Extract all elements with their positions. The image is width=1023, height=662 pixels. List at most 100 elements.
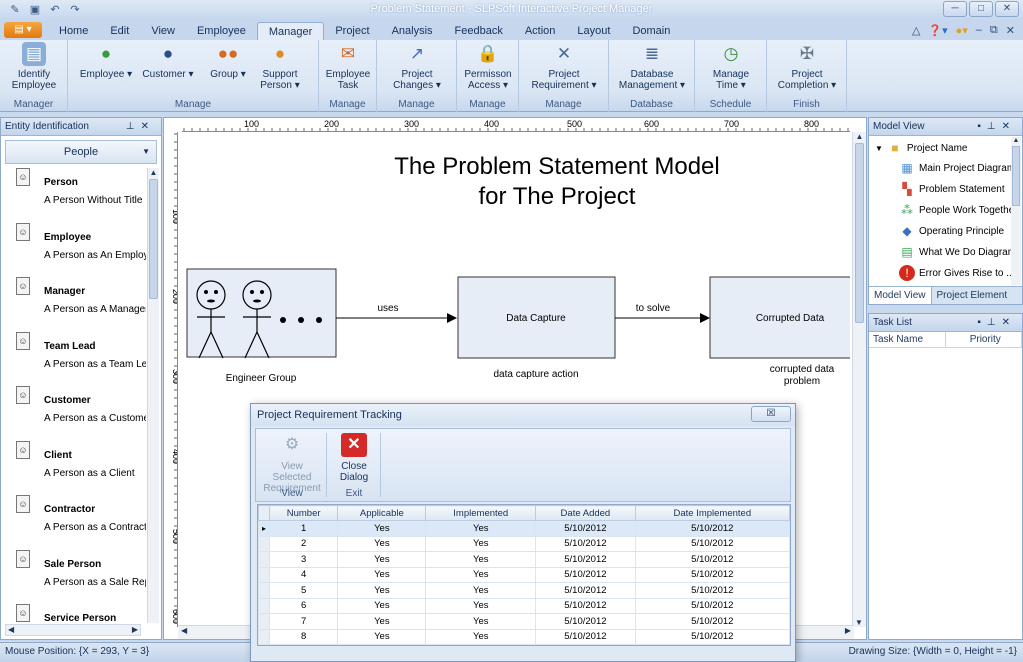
support-person-dropdown-button[interactable]: ● Support Person ▾ xyxy=(250,42,310,91)
scroll-thumb[interactable] xyxy=(855,143,864,323)
list-item[interactable]: ☺ Manager A Person as A Manager xyxy=(5,277,146,332)
column-header-date-implemented[interactable]: Date Implemented xyxy=(634,505,791,521)
list-item[interactable]: ☺ Contractor A Person as a Contractor xyxy=(5,495,146,550)
database-management-dropdown-button[interactable]: ≣ Database Management ▾ xyxy=(613,42,691,91)
tab-layout[interactable]: Layout xyxy=(566,22,621,40)
tab-manager[interactable]: Manager xyxy=(256,22,325,40)
scroll-left-icon[interactable]: ◀ xyxy=(6,625,14,634)
table-row[interactable]: 6 Yes Yes 5/10/2012 5/10/2012 xyxy=(258,597,791,614)
horizontal-scrollbar[interactable]: ◀ ▶ xyxy=(5,624,141,636)
ribbon-group-manage-requirement: ✕ Project Requirement ▾ Manage xyxy=(519,40,609,112)
scroll-up-icon[interactable]: ▲ xyxy=(1013,137,1020,144)
tree-item[interactable]: ▚ Problem Statement xyxy=(899,179,1004,199)
person-icon: ☺ xyxy=(16,386,30,404)
scroll-thumb[interactable] xyxy=(149,179,158,299)
customer-dropdown-button[interactable]: ● Customer ▾ xyxy=(138,42,198,80)
tree-item[interactable]: ⁂ People Work Together xyxy=(899,200,1018,220)
close-dialog-button[interactable]: ✕ Close Dialog xyxy=(332,433,376,483)
table-row[interactable]: 8 Yes Yes 5/10/2012 5/10/2012 xyxy=(258,628,791,645)
priority-column[interactable]: Priority xyxy=(946,332,1022,347)
tab-action[interactable]: Action xyxy=(514,22,567,40)
undo-icon[interactable]: ↶ xyxy=(48,3,62,17)
tab-project[interactable]: Project xyxy=(324,22,380,40)
scroll-thumb[interactable] xyxy=(1012,146,1020,206)
tab-model-view[interactable]: Model View xyxy=(869,287,932,304)
column-header-applicable[interactable]: Applicable xyxy=(337,505,427,521)
task-list-panel: Task List ▪⊥✕ Task Name Priority xyxy=(868,313,1023,640)
identify-employee-button[interactable]: ▤ Identify Employee xyxy=(4,42,64,91)
mdi-minimize-icon[interactable]: – xyxy=(976,24,982,36)
view-selected-requirement-button[interactable]: ⚙ View Selected Requirement xyxy=(262,433,322,494)
app-menu-button[interactable]: ▤ ▾ xyxy=(4,22,42,38)
pin-close-icons[interactable]: ▪⊥✕ xyxy=(977,118,1016,136)
scroll-up-icon[interactable]: ▲ xyxy=(853,132,866,141)
tab-view[interactable]: View xyxy=(140,22,186,40)
list-item[interactable]: ☺ Service Person xyxy=(5,604,146,624)
theme-icon[interactable]: ●▾ xyxy=(956,24,968,37)
tree-item[interactable]: ! Error Gives Rise to ... xyxy=(899,263,1015,283)
entity-category-dropdown[interactable]: People ▼ xyxy=(5,140,157,164)
redo-icon[interactable]: ↷ xyxy=(68,3,82,17)
tree-root[interactable]: ▼ ■ Project Name xyxy=(875,138,968,158)
employee-dropdown-button[interactable]: ● Employee ▾ xyxy=(76,42,136,80)
table-row[interactable]: 2 Yes Yes 5/10/2012 5/10/2012 xyxy=(258,535,791,552)
table-row[interactable]: 4 Yes Yes 5/10/2012 5/10/2012 xyxy=(258,566,791,583)
dialog-close-button[interactable]: ☒ xyxy=(751,406,791,422)
scroll-up-icon[interactable]: ▲ xyxy=(148,168,159,177)
vertical-scrollbar[interactable]: ▲ xyxy=(147,168,159,623)
column-header-date-added[interactable]: Date Added xyxy=(535,505,636,521)
list-item[interactable]: ☺ Person A Person Without Title xyxy=(5,168,146,223)
table-row[interactable]: 3 Yes Yes 5/10/2012 5/10/2012 xyxy=(258,551,791,568)
pin-close-icons[interactable]: ⊥✕ xyxy=(126,118,155,136)
person-icon: ● xyxy=(274,44,286,63)
tree-item[interactable]: ▤ What We Do Diagram xyxy=(899,242,1016,262)
tree-item[interactable]: ◆ Operating Principle xyxy=(899,221,1004,241)
list-item[interactable]: ☺ Sale Person A Person as a Sale Rep xyxy=(5,549,146,605)
employee-task-button[interactable]: ✉ Employee Task xyxy=(318,42,378,91)
model-view-scrollbar[interactable]: ▲ xyxy=(1011,137,1021,285)
mdi-close-icon[interactable]: ✕ xyxy=(1006,24,1015,37)
list-item[interactable]: ☺EmployeeA Person as An Employee xyxy=(5,222,146,278)
pin-close-icons[interactable]: ▪⊥✕ xyxy=(977,314,1016,332)
maximize-button[interactable]: □ xyxy=(969,1,993,17)
expand-icon[interactable]: ▼ xyxy=(875,144,883,153)
list-item[interactable]: ☺Team LeadA Person as a Team Lead xyxy=(5,331,146,387)
problem-icon: ▚ xyxy=(902,182,912,196)
tab-feedback[interactable]: Feedback xyxy=(444,22,514,40)
project-completion-dropdown-button[interactable]: ✠ Project Completion ▾ xyxy=(777,42,837,91)
engineer-group-node[interactable] xyxy=(186,268,337,359)
scroll-left-icon[interactable]: ◀ xyxy=(178,626,187,635)
task-icon: ✉ xyxy=(340,44,356,63)
column-header-implemented[interactable]: Implemented xyxy=(425,505,537,521)
tab-employee[interactable]: Employee xyxy=(186,22,257,40)
scroll-down-icon[interactable]: ▼ xyxy=(853,618,865,627)
project-changes-dropdown-button[interactable]: ↗ Project Changes ▾ xyxy=(387,42,447,91)
project-requirement-dropdown-button[interactable]: ✕ Project Requirement ▾ xyxy=(525,42,603,91)
group-dropdown-button[interactable]: ●● Group ▾ xyxy=(198,42,258,80)
minimize-button[interactable]: ─ xyxy=(943,1,967,17)
ribbon-collapse-icon[interactable]: △ xyxy=(912,24,920,37)
mdi-restore-icon[interactable]: ⧉ xyxy=(990,24,998,37)
tab-project-element[interactable]: Project Element xyxy=(932,287,1013,304)
column-header-number[interactable]: Number xyxy=(268,505,339,521)
table-row[interactable]: ▸ 1 Yes Yes 5/10/2012 5/10/2012 xyxy=(258,520,791,537)
tab-home[interactable]: Home xyxy=(48,22,99,40)
scroll-right-icon[interactable]: ▶ xyxy=(132,625,140,635)
list-item[interactable]: ☺ Customer A Person as a Customer xyxy=(5,386,146,441)
scroll-right-icon[interactable]: ▶ xyxy=(845,626,851,635)
tab-edit[interactable]: Edit xyxy=(99,22,140,40)
canvas-vertical-scrollbar[interactable]: ▲ ▼ xyxy=(852,132,866,627)
tab-domain[interactable]: Domain xyxy=(621,22,681,40)
table-row[interactable]: 7 Yes Yes 5/10/2012 5/10/2012 xyxy=(258,613,791,630)
task-name-column[interactable]: Task Name xyxy=(869,332,946,347)
tab-analysis[interactable]: Analysis xyxy=(381,22,444,40)
help-icon[interactable]: ❓▾ xyxy=(928,24,947,37)
permission-access-dropdown-button[interactable]: 🔒 Permisson Access ▾ xyxy=(458,42,518,91)
close-window-button[interactable]: ✕ xyxy=(995,1,1019,17)
manage-time-dropdown-button[interactable]: ◷ Manage Time ▾ xyxy=(701,42,761,91)
list-item[interactable]: ☺ Client A Person as a Client xyxy=(5,440,146,496)
tree-item[interactable]: ▦ Main Project Diagram xyxy=(899,158,1015,178)
ribbon-tab-row: ▤ ▾ Home Edit View Employee Manager Proj… xyxy=(0,20,1023,40)
save-icon[interactable]: ▣ xyxy=(28,3,42,17)
table-row[interactable]: 5 Yes Yes 5/10/2012 5/10/2012 xyxy=(258,582,791,599)
